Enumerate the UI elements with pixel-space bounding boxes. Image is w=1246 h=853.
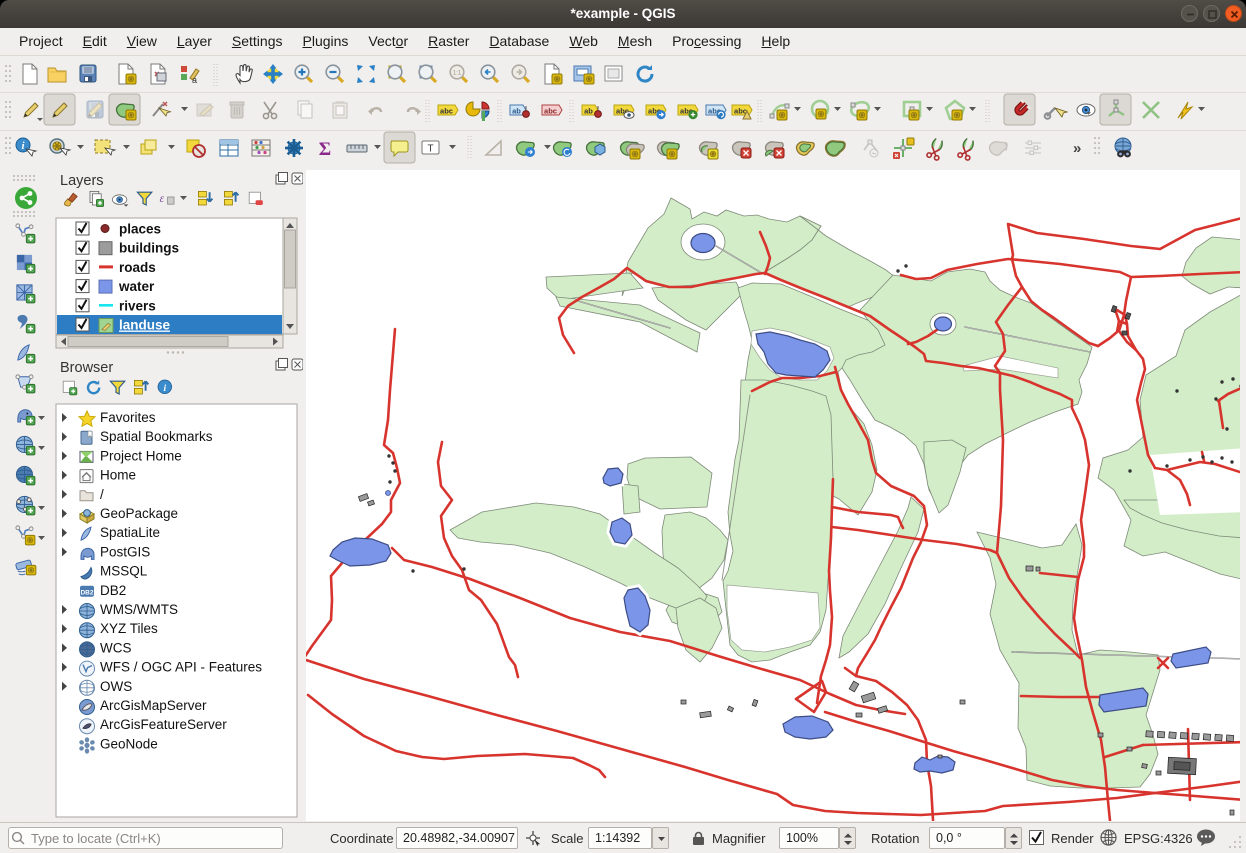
svg-text:Project Home: Project Home: [100, 448, 182, 463]
svg-text:places: places: [119, 222, 161, 237]
svg-text:rivers: rivers: [119, 298, 156, 313]
svg-text:GeoPackage: GeoPackage: [100, 506, 178, 521]
svg-text:Browser: Browser: [60, 360, 113, 376]
svg-text:i: i: [163, 383, 166, 394]
svg-text:1:1: 1:1: [453, 71, 462, 77]
svg-text:landuse: landuse: [119, 318, 171, 333]
svg-text:roads: roads: [119, 260, 156, 275]
svg-text:Spatial Bookmarks: Spatial Bookmarks: [100, 429, 213, 444]
svg-text:ab: ab: [512, 107, 521, 116]
svg-text:ab: ab: [584, 107, 593, 116]
svg-text:»: »: [1073, 140, 1081, 157]
svg-text:T: T: [427, 144, 433, 155]
svg-text:SpatiaLite: SpatiaLite: [100, 525, 160, 540]
svg-text:a: a: [192, 75, 197, 85]
svg-text:WMS/WMTS: WMS/WMTS: [100, 602, 178, 617]
svg-text:Layers: Layers: [60, 173, 104, 189]
svg-text:abc: abc: [544, 107, 557, 116]
svg-text:OWS: OWS: [100, 679, 132, 694]
svg-text:ε: ε: [160, 193, 165, 205]
svg-text:Σ: Σ: [319, 139, 331, 160]
svg-text:WCS: WCS: [100, 640, 132, 655]
svg-text:GeoNode: GeoNode: [100, 736, 158, 751]
svg-text:Home: Home: [100, 468, 136, 483]
svg-text:Favorites: Favorites: [100, 410, 156, 425]
svg-text:DB2: DB2: [100, 583, 126, 598]
svg-text:WFS / OGC API - Features: WFS / OGC API - Features: [100, 660, 262, 675]
svg-text:DB2: DB2: [80, 589, 93, 596]
svg-text:ArcGisFeatureServer: ArcGisFeatureServer: [100, 717, 227, 732]
svg-text:XYZ Tiles: XYZ Tiles: [100, 621, 158, 636]
svg-text:water: water: [118, 279, 155, 294]
svg-text:MSSQL: MSSQL: [100, 564, 148, 579]
svg-text:buildings: buildings: [119, 241, 179, 256]
svg-text:PostGIS: PostGIS: [100, 544, 150, 559]
svg-text:ArcGisMapServer: ArcGisMapServer: [100, 698, 207, 713]
svg-text:abc: abc: [440, 107, 453, 116]
svg-text:/: /: [100, 487, 104, 502]
